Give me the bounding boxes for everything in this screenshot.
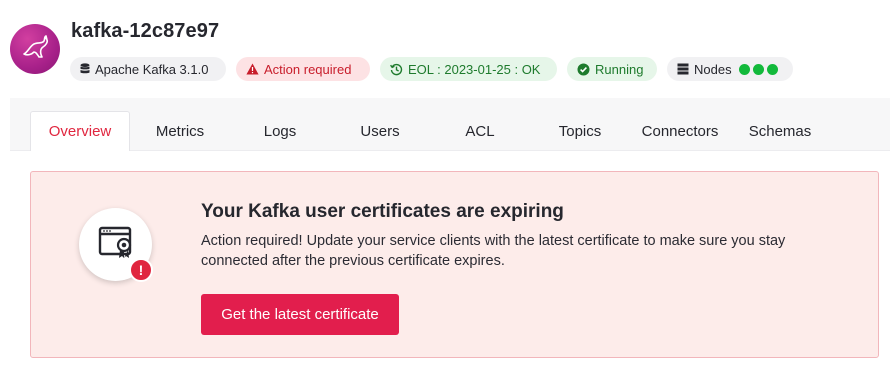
tab-overview[interactable]: Overview xyxy=(30,111,130,151)
service-title: kafka-12c87e97 xyxy=(71,20,220,42)
database-icon xyxy=(80,63,90,75)
nodes-badge: Nodes xyxy=(667,57,793,81)
get-certificate-button[interactable]: Get the latest certificate xyxy=(201,294,399,335)
status-badge: Running xyxy=(567,57,657,81)
tab-bar: Overview Metrics Logs Users ACL Topics C… xyxy=(10,98,890,151)
certificate-icon xyxy=(98,225,134,264)
tab-acl[interactable]: ACL xyxy=(445,112,515,151)
node-status-dot xyxy=(738,63,750,75)
service-logo xyxy=(10,24,60,74)
tab-topics[interactable]: Topics xyxy=(540,112,620,151)
alert-message: Action required! Update your service cli… xyxy=(201,233,786,269)
action-badge-label: Action required xyxy=(264,61,352,77)
version-badge: Apache Kafka 3.1.0 xyxy=(70,57,226,81)
check-circle-icon xyxy=(577,63,590,76)
alert-title: Your Kafka user certificates are expirin… xyxy=(201,201,564,222)
version-badge-label: Apache Kafka 3.1.0 xyxy=(95,61,209,77)
eol-badge: EOL : 2023-01-25 : OK xyxy=(380,57,557,81)
history-icon xyxy=(390,63,403,76)
tab-connectors[interactable]: Connectors xyxy=(630,112,730,151)
tab-schemas[interactable]: Schemas xyxy=(740,112,820,151)
certificate-alert: ! Your Kafka user certificates are expir… xyxy=(30,171,879,358)
warning-triangle-icon xyxy=(246,63,259,75)
action-required-badge[interactable]: Action required xyxy=(236,57,370,81)
nodes-badge-label: Nodes xyxy=(694,61,732,77)
tab-metrics[interactable]: Metrics xyxy=(140,112,220,151)
kafka-kangaroo-icon xyxy=(18,32,52,67)
node-dots xyxy=(736,63,778,75)
node-status-dot xyxy=(766,63,778,75)
tab-logs[interactable]: Logs xyxy=(245,112,315,151)
node-status-dot xyxy=(752,63,764,75)
exclamation-icon: ! xyxy=(129,258,153,282)
server-icon xyxy=(677,63,689,75)
status-badge-label: Running xyxy=(595,61,644,77)
tab-users[interactable]: Users xyxy=(340,112,420,151)
eol-badge-label: EOL : 2023-01-25 : OK xyxy=(408,61,541,77)
